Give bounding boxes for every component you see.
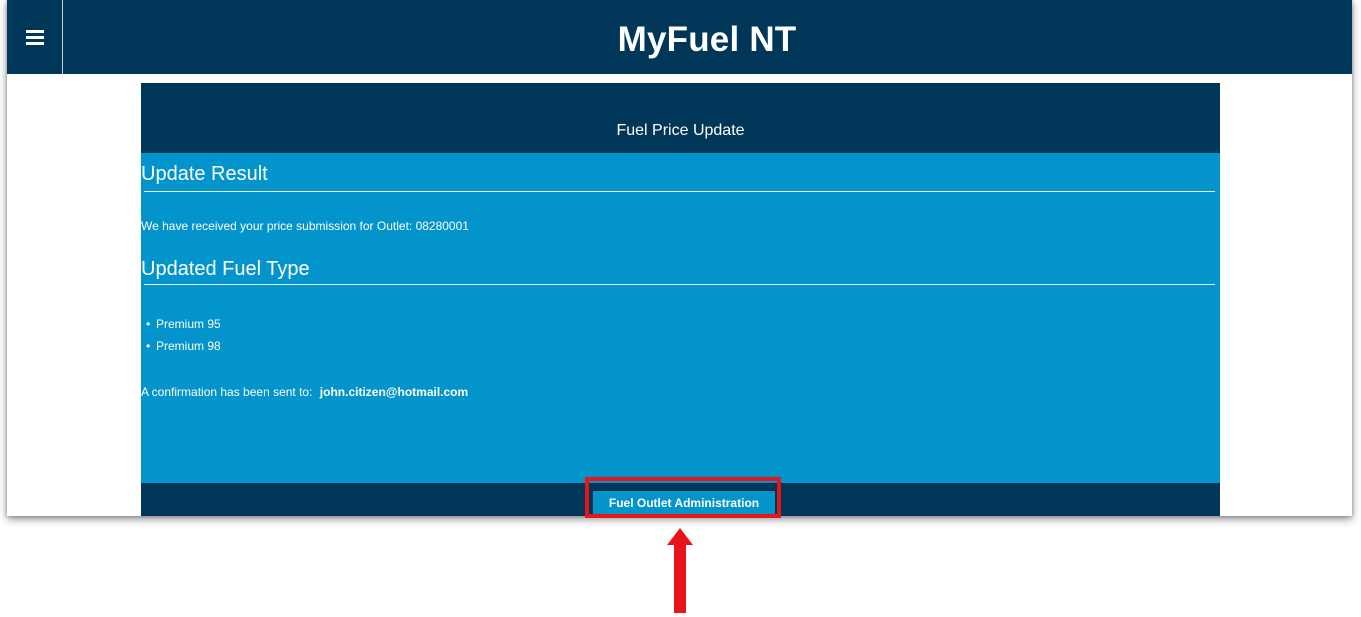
update-result-heading: Update Result <box>141 163 268 185</box>
panel-footer: Fuel Outlet Administration <box>141 483 1220 516</box>
confirmation-label: A confirmation has been sent to: <box>141 385 313 399</box>
updated-fuel-type-divider <box>144 284 1215 285</box>
updated-fuel-type-heading: Updated Fuel Type <box>141 258 310 280</box>
confirmation-email: john.citizen@hotmail.com <box>319 385 469 399</box>
app-title: MyFuel NT <box>617 20 797 59</box>
up-arrow-icon <box>667 528 693 613</box>
fuel-price-update-panel: Fuel Price Update Update Result We have … <box>141 83 1220 516</box>
update-result-divider <box>144 191 1215 192</box>
confirmation-text: A confirmation has been sent to: john.ci… <box>141 385 468 399</box>
menu-button[interactable] <box>7 0 63 74</box>
fuel-type-item: Premium 98 <box>141 335 221 357</box>
fuel-type-item: Premium 95 <box>141 313 221 335</box>
panel-header: Fuel Price Update <box>141 83 1220 153</box>
fuel-outlet-administration-button[interactable]: Fuel Outlet Administration <box>593 491 775 516</box>
fuel-type-list: Premium 95 Premium 98 <box>141 313 221 357</box>
app-window: MyFuel NT Fuel Price Update Update Resul… <box>7 0 1352 516</box>
hamburger-menu-icon <box>25 29 44 45</box>
top-bar: MyFuel NT <box>7 0 1352 74</box>
update-result-message: We have received your price submission f… <box>141 219 469 233</box>
